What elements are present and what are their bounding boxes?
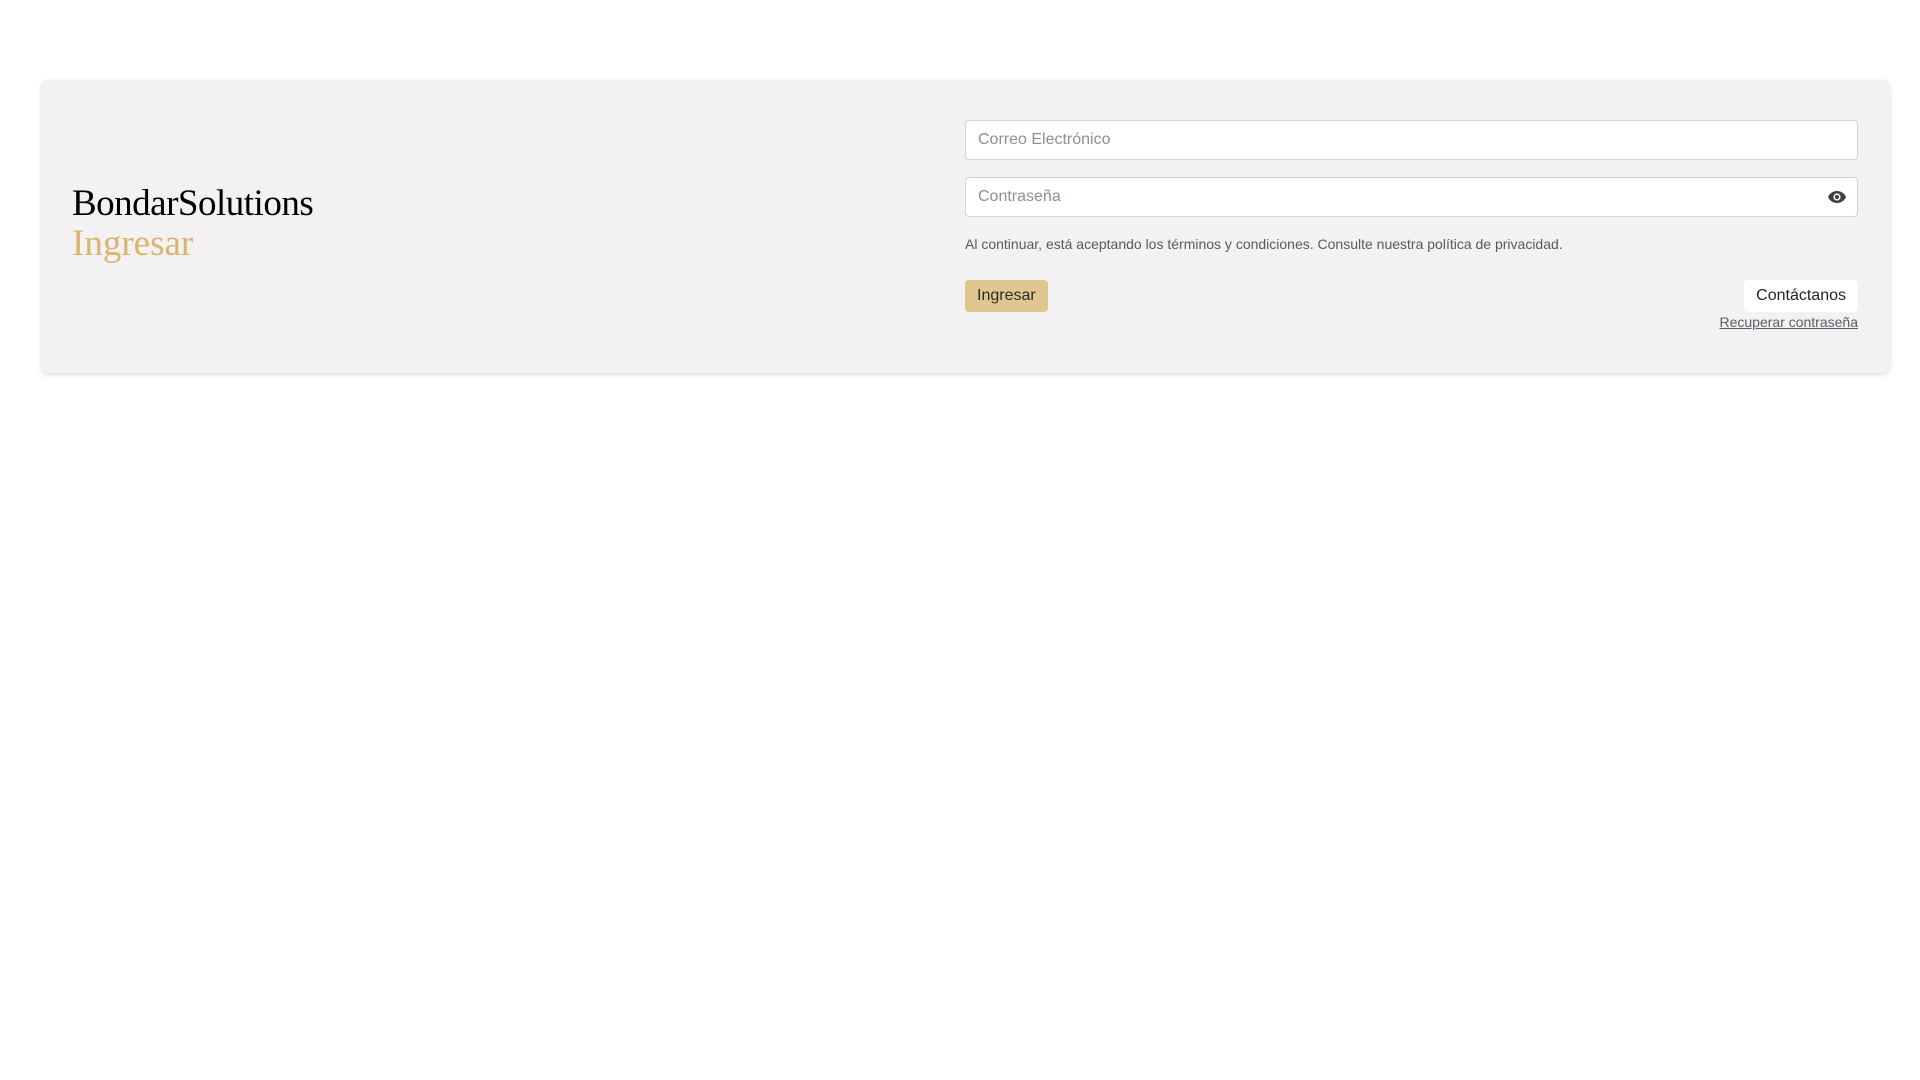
recover-password-row: Recuperar contraseña — [965, 314, 1858, 330]
password-field-wrapper — [965, 177, 1858, 217]
form-actions: Ingresar Contáctanos — [965, 280, 1858, 314]
brand-block: BondarSolutions Ingresar — [72, 183, 314, 264]
recover-password-link[interactable]: Recuperar contraseña — [1719, 314, 1858, 330]
login-card: BondarSolutions Ingresar Al continuar, e… — [41, 80, 1890, 373]
eye-icon[interactable] — [1827, 189, 1847, 205]
login-button[interactable]: Ingresar — [965, 280, 1048, 312]
page-title: Ingresar — [72, 223, 194, 264]
email-field-wrapper — [965, 120, 1858, 160]
brand-name: BondarSolutions — [72, 183, 314, 224]
login-form: Al continuar, está aceptando los término… — [965, 120, 1858, 330]
email-field[interactable] — [966, 121, 1857, 159]
password-field[interactable] — [966, 178, 1857, 216]
contact-button[interactable]: Contáctanos — [1744, 280, 1858, 312]
terms-text: Al continuar, está aceptando los término… — [965, 236, 1563, 252]
